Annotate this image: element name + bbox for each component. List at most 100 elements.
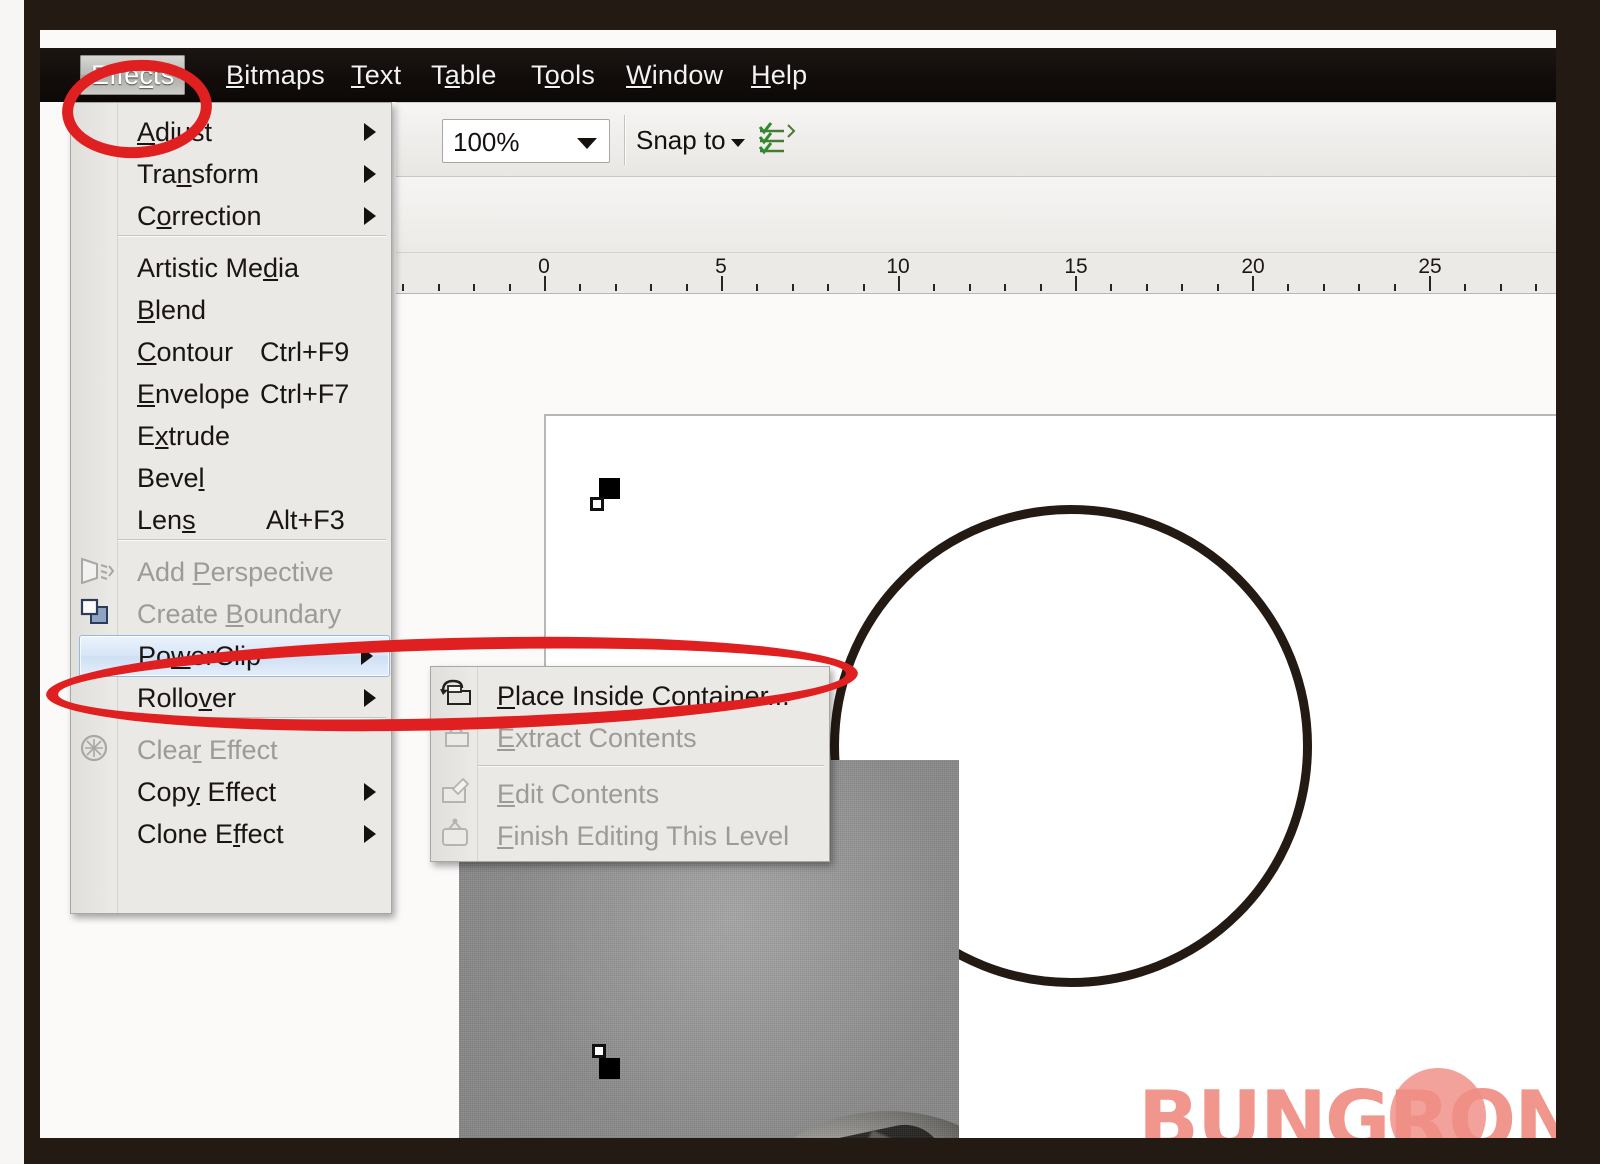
extract-contents-icon bbox=[437, 719, 475, 753]
perspective-icon bbox=[77, 553, 115, 587]
submenu-item-label: Finish Editing This Level bbox=[497, 820, 790, 851]
ruler-tick-minor bbox=[792, 284, 794, 291]
menu-item-label: Envelope bbox=[137, 378, 250, 409]
menu-item-label: Extrude bbox=[137, 420, 231, 451]
menu-item-label: Blend bbox=[137, 294, 207, 325]
menu-text[interactable]: Text bbox=[340, 55, 412, 95]
coreldraw-window: Effects Bitmaps Text Table Tools Window … bbox=[40, 30, 1556, 1138]
ruler-tick-minor bbox=[579, 284, 581, 291]
menu-effects-label: Effects bbox=[91, 60, 175, 90]
snap-to-button[interactable]: Snap to bbox=[636, 125, 726, 156]
chevron-right-icon bbox=[364, 123, 376, 141]
menu-item-contour[interactable]: Contour Ctrl+F9 bbox=[118, 331, 392, 373]
menu-item-label: Lens bbox=[137, 504, 196, 535]
menu-item-bevel[interactable]: Bevel bbox=[118, 457, 392, 499]
chevron-right-icon bbox=[364, 825, 376, 843]
boundary-icon bbox=[77, 595, 115, 629]
horizontal-ruler[interactable]: 0 5 10 15 20 25 bbox=[396, 252, 1556, 294]
image-left-margin bbox=[0, 0, 24, 1164]
submenu-item-edit-contents: Edit Contents bbox=[478, 773, 830, 815]
snap-to-label: Snap to bbox=[636, 125, 726, 155]
submenu-item-label: Extract Contents bbox=[497, 722, 697, 753]
menu-item-label: Contour bbox=[137, 336, 234, 367]
menu-table[interactable]: Table bbox=[420, 55, 508, 95]
menu-window[interactable]: Window bbox=[615, 55, 734, 95]
menu-item-adjust[interactable]: Adjust bbox=[118, 111, 392, 153]
ruler-tick-major bbox=[1075, 276, 1077, 291]
ruler-tick-major bbox=[721, 276, 723, 291]
menu-item-copy-effect[interactable]: Copy Effect bbox=[118, 771, 392, 813]
edit-contents-icon bbox=[437, 775, 475, 809]
ruler-tick-minor bbox=[1004, 284, 1006, 291]
menu-item-clone-effect[interactable]: Clone Effect bbox=[118, 813, 392, 855]
menu-item-lens[interactable]: Lens Alt+F3 bbox=[118, 499, 392, 541]
submenu-item-finish-editing-this-level: Finish Editing This Level bbox=[478, 815, 830, 857]
menu-bar: Effects Bitmaps Text Table Tools Window … bbox=[40, 48, 1556, 102]
zoom-level-combobox[interactable]: 100% bbox=[442, 119, 610, 163]
menu-item-label: Copy Effect bbox=[137, 776, 277, 807]
selection-handle-corner-br[interactable] bbox=[592, 1044, 606, 1058]
ruler-tick-minor bbox=[686, 284, 688, 291]
ruler-tick-minor bbox=[650, 284, 652, 291]
effects-menu-dropdown[interactable]: Adjust Transform Correction Artistic Med… bbox=[70, 102, 392, 914]
clear-effect-icon bbox=[77, 731, 115, 765]
menu-separator bbox=[118, 717, 386, 718]
menu-item-accelerator: Ctrl+F9 bbox=[260, 336, 350, 367]
menu-item-powerclip[interactable]: PowerClip bbox=[79, 635, 390, 677]
menu-effects[interactable]: Effects bbox=[80, 55, 186, 95]
menu-item-correction[interactable]: Correction bbox=[118, 195, 392, 237]
menu-item-artistic-media[interactable]: Artistic Media bbox=[118, 247, 392, 289]
selection-handle-top-right[interactable] bbox=[599, 478, 620, 499]
watermark-text: BUNGRON bbox=[1138, 1074, 1556, 1138]
powerclip-submenu[interactable]: Place Inside Container... Extract Conten… bbox=[430, 666, 830, 862]
menu-window-label: Window bbox=[626, 60, 724, 90]
ruler-tick-minor bbox=[1323, 284, 1325, 291]
ruler-tick-minor bbox=[1287, 284, 1289, 291]
screenshot-root: Effects Bitmaps Text Table Tools Window … bbox=[0, 0, 1600, 1164]
toolbar-separator bbox=[624, 115, 625, 165]
ruler-tick-minor bbox=[1181, 284, 1183, 291]
submenu-item-label: Edit Contents bbox=[497, 778, 660, 809]
watermark: BUNGRON bbox=[1138, 1064, 1556, 1138]
chevron-down-icon[interactable] bbox=[577, 138, 597, 149]
selection-handle-corner-tr[interactable] bbox=[590, 497, 604, 511]
submenu-item-label: Place Inside Container... bbox=[497, 680, 790, 711]
menu-separator bbox=[118, 235, 386, 236]
snap-options-icon[interactable] bbox=[756, 119, 798, 168]
menu-item-envelope[interactable]: Envelope Ctrl+F7 bbox=[118, 373, 392, 415]
menu-item-extrude[interactable]: Extrude bbox=[118, 415, 392, 457]
menu-separator bbox=[118, 539, 386, 540]
menu-icon-gutter bbox=[71, 103, 118, 913]
menu-item-label: Bevel bbox=[137, 462, 205, 493]
menu-item-label: Create Boundary bbox=[137, 598, 342, 629]
menu-item-label: PowerClip bbox=[138, 640, 262, 671]
menu-item-blend[interactable]: Blend bbox=[118, 289, 392, 331]
selection-handle-bottom-right[interactable] bbox=[599, 1058, 620, 1079]
menu-item-label: Artistic Media bbox=[137, 252, 300, 283]
ruler-tick-minor bbox=[756, 284, 758, 291]
ruler-tick-minor bbox=[438, 284, 440, 291]
ruler-tick-minor bbox=[1146, 284, 1148, 291]
chevron-right-icon bbox=[364, 689, 376, 707]
menu-item-create-boundary: Create Boundary bbox=[118, 593, 392, 635]
ruler-tick-minor bbox=[1394, 284, 1396, 291]
menu-item-transform[interactable]: Transform bbox=[118, 153, 392, 195]
chevron-right-icon bbox=[364, 165, 376, 183]
submenu-item-place-inside-container[interactable]: Place Inside Container... bbox=[478, 675, 830, 717]
ruler-tick-minor bbox=[933, 284, 935, 291]
menu-tools-label: Tools bbox=[531, 60, 596, 90]
menu-help[interactable]: Help bbox=[740, 55, 818, 95]
chevron-right-icon bbox=[364, 207, 376, 225]
ruler-tick-minor bbox=[1358, 284, 1360, 291]
submenu-separator bbox=[478, 765, 824, 766]
submenu-item-extract-contents: Extract Contents bbox=[478, 717, 830, 759]
menu-item-clear-effect: Clear Effect bbox=[118, 729, 392, 771]
menu-text-label: Text bbox=[351, 60, 402, 90]
menu-tools[interactable]: Tools bbox=[520, 55, 606, 95]
menu-bitmaps[interactable]: Bitmaps bbox=[215, 55, 336, 95]
menu-item-label: Transform bbox=[137, 158, 260, 189]
ruler-tick-minor bbox=[1040, 284, 1042, 291]
chevron-down-icon[interactable] bbox=[731, 139, 745, 147]
zoom-level-value: 100% bbox=[453, 127, 520, 157]
menu-item-rollover[interactable]: Rollover bbox=[118, 677, 392, 719]
